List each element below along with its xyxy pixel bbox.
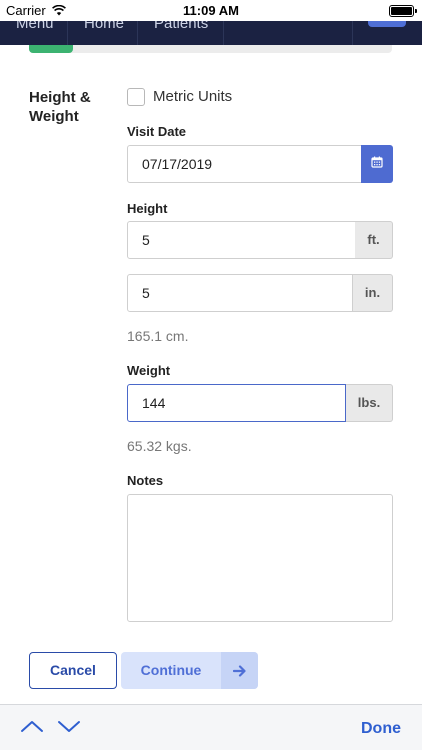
clock: 11:09 AM — [183, 3, 239, 18]
visit-date-label: Visit Date — [127, 124, 187, 139]
top-nav: Menu Home Patients — [0, 21, 422, 45]
keyboard-accessory-bar: Done — [0, 704, 422, 750]
visit-date-input[interactable]: 07/17/2019 — [127, 145, 362, 183]
weight-label: Weight — [127, 363, 171, 378]
calendar-icon — [371, 155, 383, 173]
notes-textarea[interactable] — [127, 494, 393, 622]
status-bar: Carrier 11:09 AM — [0, 0, 422, 21]
height-converted: 165.1 cm. — [127, 328, 189, 344]
arrow-right-icon — [221, 652, 258, 689]
weight-unit: lbs. — [346, 384, 393, 422]
nav-home[interactable]: Home — [68, 21, 138, 45]
cancel-button[interactable]: Cancel — [29, 652, 117, 689]
continue-button[interactable]: Continue — [121, 652, 258, 689]
chevron-up-icon[interactable] — [20, 719, 44, 738]
progress-bar — [29, 45, 392, 53]
metric-units-label[interactable]: Metric Units — [153, 88, 232, 106]
nav-action-button[interactable] — [368, 21, 406, 27]
weight-input[interactable]: 144 — [127, 384, 346, 422]
nav-menu[interactable]: Menu — [0, 21, 68, 45]
nav-divider — [352, 21, 353, 45]
section-title: Height & Weight — [29, 89, 91, 125]
height-feet-input[interactable]: 5 — [127, 221, 356, 259]
chevron-down-icon[interactable] — [57, 719, 81, 738]
nav-patients[interactable]: Patients — [138, 21, 224, 45]
weight-converted: 65.32 kgs. — [127, 438, 192, 454]
height-inches-input[interactable]: 5 — [127, 274, 353, 312]
progress-fill — [29, 45, 73, 53]
feet-unit: ft. — [355, 221, 393, 259]
calendar-button[interactable] — [361, 145, 393, 183]
inches-unit: in. — [353, 274, 393, 312]
continue-label: Continue — [140, 662, 202, 678]
battery-icon — [389, 5, 417, 17]
metric-units-checkbox[interactable] — [127, 88, 145, 106]
notes-label: Notes — [127, 473, 164, 488]
height-label: Height — [127, 201, 168, 216]
done-button[interactable]: Done — [361, 720, 401, 738]
